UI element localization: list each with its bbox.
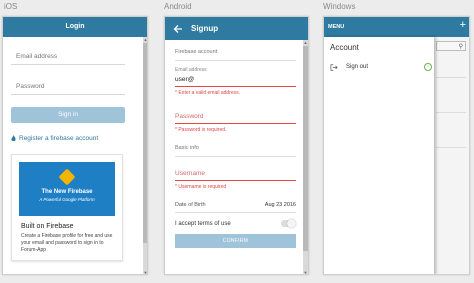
email-error: * Enter a valid email address.: [175, 90, 241, 96]
menu-title: MENU: [328, 24, 345, 30]
section-firebase-account: Firebase account: [175, 40, 296, 61]
back-arrow-icon[interactable]: [173, 24, 183, 34]
windows-menu-screen: MENU + ⚲ Account Sign out ›: [323, 16, 470, 275]
firebase-banner: The New Firebase A Powerful Google Platf…: [19, 162, 115, 216]
navigation-pane: Account Sign out ›: [324, 37, 434, 274]
ios-scrollbar-thumb[interactable]: [143, 43, 147, 243]
chevron-right-icon[interactable]: ›: [424, 63, 432, 71]
divider: [436, 77, 466, 78]
card-title: Built on Firebase: [21, 223, 74, 230]
terms-label: I accept terms of use: [175, 220, 231, 227]
android-scrollbar-thumb[interactable]: [303, 46, 308, 251]
toggle-knob: [287, 219, 296, 228]
dob-value[interactable]: Aug 23 2016: [265, 202, 296, 208]
divider: [436, 147, 466, 148]
scroll-up-icon[interactable]: ▲: [143, 37, 147, 42]
ios-scrollbar[interactable]: ▲ ▼: [143, 37, 147, 274]
username-error: * Username is required: [175, 184, 227, 190]
firebase-info-card: The New Firebase A Powerful Google Platf…: [11, 154, 123, 261]
android-platform-label: Android: [164, 2, 192, 11]
password-error: * Password is required.: [175, 127, 227, 133]
email-field[interactable]: Email address: [11, 37, 125, 65]
password-input[interactable]: Password: [175, 96, 296, 124]
ios-platform-label: iOS: [4, 2, 18, 11]
ios-login-screen: Login Email address Password Sign in Reg…: [2, 16, 148, 275]
register-link-label: Register a firebase account: [19, 135, 99, 142]
android-toolbar: Signup: [165, 17, 308, 40]
android-signup-screen: Signup Firebase account Email address us…: [164, 16, 309, 275]
terms-row: I accept terms of use: [175, 213, 296, 228]
card-description: Create a Firebase profile for free and u…: [21, 233, 113, 253]
ios-navbar: Login: [3, 17, 147, 37]
ios-page-title: Login: [65, 23, 85, 30]
background-content: [434, 37, 469, 274]
android-scrollbar[interactable]: ▲ ▼: [303, 40, 308, 274]
confirm-button[interactable]: CONFIRM: [175, 234, 296, 248]
scroll-up-icon[interactable]: ▲: [303, 40, 308, 45]
flame-icon: [11, 135, 16, 142]
sign-in-button[interactable]: Sign in: [11, 107, 125, 123]
banner-title: The New Firebase: [41, 189, 93, 195]
date-of-birth-row[interactable]: Date of Birth Aug 23 2016: [175, 190, 296, 213]
divider: [436, 112, 466, 113]
windows-platform-label: Windows: [323, 2, 356, 11]
email-label: Email address: [175, 67, 207, 73]
scroll-down-icon[interactable]: ▼: [303, 270, 308, 274]
banner-subtitle: A Powerful Google Platform: [39, 197, 95, 202]
sign-out-label: Sign out: [346, 64, 369, 70]
register-link[interactable]: Register a firebase account: [11, 135, 133, 142]
sign-out-icon: [330, 63, 338, 71]
section-basic-info: Basic info: [175, 133, 296, 157]
search-icon[interactable]: ⚲: [459, 43, 463, 50]
scroll-down-icon[interactable]: ▼: [143, 270, 147, 274]
account-heading: Account: [330, 43, 359, 52]
username-input[interactable]: Username: [175, 157, 296, 181]
terms-toggle[interactable]: [281, 219, 296, 228]
email-input[interactable]: user@: [175, 73, 296, 87]
firebase-logo-icon: [58, 168, 76, 186]
password-field[interactable]: Password: [11, 65, 125, 95]
dob-label: Date of Birth: [175, 202, 206, 208]
windows-menubar: MENU +: [324, 17, 469, 37]
sign-out-item[interactable]: Sign out ›: [330, 63, 432, 71]
search-input[interactable]: ⚲: [436, 41, 466, 51]
android-page-title: Signup: [191, 24, 219, 33]
signup-form: Firebase account Email address user@ * E…: [165, 40, 308, 248]
ios-login-form: Email address Password Sign in Register …: [3, 37, 147, 261]
plus-icon[interactable]: +: [460, 20, 466, 31]
